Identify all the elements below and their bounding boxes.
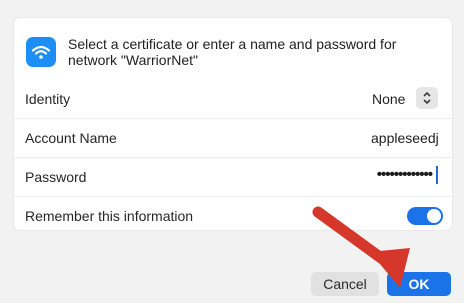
toggle-knob [427, 209, 441, 223]
identity-row: Identity None [14, 80, 452, 119]
identity-stepper[interactable] [416, 87, 438, 109]
text-cursor [436, 166, 438, 184]
account-name-row: Account Name appleseedj [14, 119, 452, 158]
network-credentials-dialog: Select a certificate or enter a name and… [14, 18, 452, 230]
password-value: ••••••••••••• [376, 166, 433, 183]
account-name-label: Account Name [25, 130, 117, 146]
ok-button[interactable]: OK [387, 272, 451, 296]
chevron-up-down-icon [423, 91, 431, 105]
wifi-icon [26, 37, 56, 67]
password-field[interactable]: ••••••••••••• [344, 164, 440, 188]
password-label: Password [25, 169, 87, 185]
remember-toggle[interactable] [407, 207, 443, 225]
remember-label: Remember this information [25, 208, 194, 224]
password-row: Password ••••••••••••• [14, 158, 452, 197]
cancel-button[interactable]: Cancel [311, 272, 379, 296]
account-name-field[interactable]: appleseedj [371, 130, 439, 146]
dialog-header: Select a certificate or enter a name and… [26, 36, 436, 76]
identity-label: Identity [25, 91, 71, 107]
screen: Select a certificate or enter a name and… [0, 0, 464, 303]
dialog-message: Select a certificate or enter a name and… [68, 36, 397, 68]
identity-value[interactable]: None [372, 91, 405, 107]
remember-row: Remember this information [14, 197, 452, 235]
